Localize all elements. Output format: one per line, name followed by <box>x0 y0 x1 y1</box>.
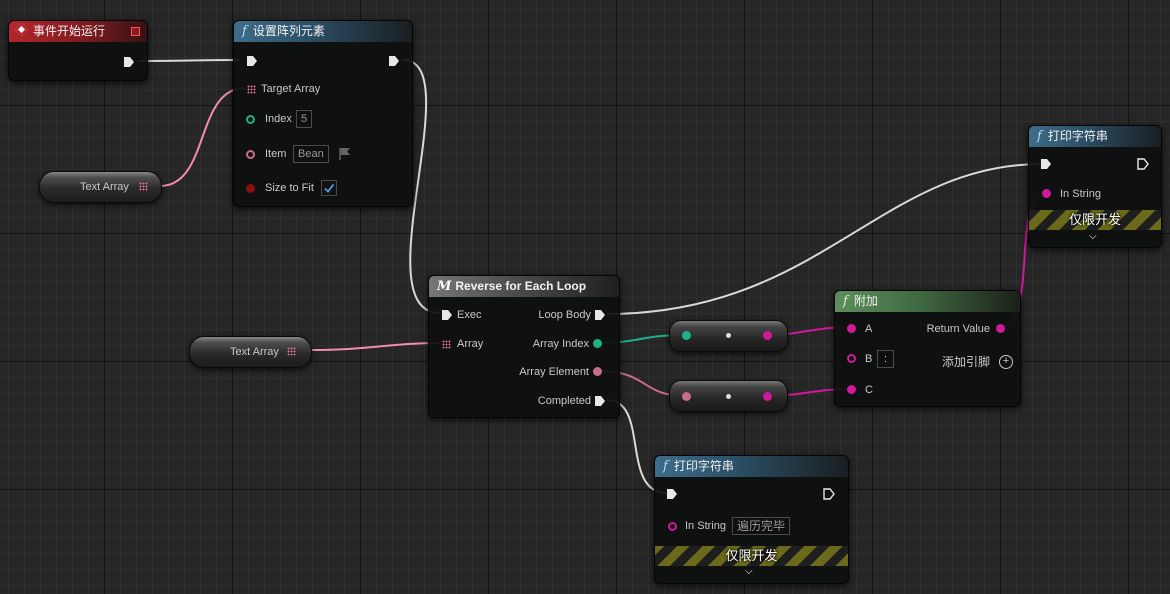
string-pin[interactable] <box>847 354 856 363</box>
function-icon: f <box>1037 129 1042 144</box>
text-array-variable-node[interactable]: Text Array <box>39 171 162 203</box>
target-array-label: Target Array <box>261 83 321 95</box>
development-only-banner: 仅限开发 <box>655 546 848 566</box>
dev-only-label: 仅限开发 <box>1068 212 1121 227</box>
reverse-for-each-loop-node[interactable]: M Reverse for Each Loop Exec Array Loop B… <box>428 275 620 418</box>
array-label: Array <box>457 338 484 350</box>
item-label: Item <box>265 148 287 160</box>
a-label: A <box>865 323 873 335</box>
array-element-label: Array Element <box>519 366 589 378</box>
string-pin[interactable] <box>668 522 677 531</box>
chevron-down-icon[interactable]: ⌵ <box>1089 231 1097 242</box>
chevron-down-icon[interactable]: ⌵ <box>745 566 753 577</box>
set-array-node-header[interactable]: f 设置阵列元素 <box>234 21 412 42</box>
name-to-string-conversion-node[interactable] <box>669 380 788 412</box>
flag-icon[interactable] <box>339 147 351 161</box>
append-node-header[interactable]: f 附加 <box>835 291 1020 312</box>
loop-node-header[interactable]: M Reverse for Each Loop <box>429 276 619 297</box>
development-only-banner: 仅限开发 <box>1029 210 1161 230</box>
exec-output-pin[interactable] <box>594 395 606 407</box>
array-wire <box>309 342 441 351</box>
append-node-title: 附加 <box>853 294 878 308</box>
print-string-node[interactable]: f 打印字符串 In String 遍历完毕 仅限开发 ⌵ <box>654 455 849 584</box>
event-node-header[interactable]: 事件开始运行 <box>9 21 147 42</box>
array-pin-icon[interactable] <box>442 340 451 349</box>
loop-body-label: Loop Body <box>538 309 591 321</box>
in-string-label: In String <box>1060 188 1101 200</box>
string-pin[interactable] <box>847 385 856 394</box>
in-string-input[interactable]: 遍历完毕 <box>732 517 791 535</box>
delegate-pin[interactable] <box>131 27 140 36</box>
function-icon: f <box>242 24 247 39</box>
string-pin[interactable] <box>1042 189 1051 198</box>
function-icon: f <box>843 294 848 309</box>
function-icon: f <box>663 459 668 474</box>
string-pin[interactable] <box>763 331 772 340</box>
text-array-label: Text Array <box>230 346 279 358</box>
integer-pin[interactable] <box>246 115 255 124</box>
exec-input-pin[interactable] <box>441 309 453 321</box>
name-pin[interactable] <box>246 150 255 159</box>
name-pin[interactable] <box>593 367 602 376</box>
set-array-elem-node[interactable]: f 设置阵列元素 Target Array Index 5 Item Bean S… <box>233 20 413 207</box>
set-array-node-title: 设置阵列元素 <box>252 24 325 38</box>
in-string-label: In String <box>685 520 726 532</box>
event-node-title: 事件开始运行 <box>33 24 106 38</box>
add-pin-icon[interactable]: + <box>999 355 1013 369</box>
exec-output-pin[interactable] <box>388 55 400 67</box>
macro-icon: M <box>437 279 452 294</box>
c-label: C <box>865 384 873 396</box>
exec-input-pin[interactable] <box>666 488 678 500</box>
name-pin[interactable] <box>682 392 691 401</box>
exec-output-pin[interactable] <box>594 309 606 321</box>
exec-input-pin[interactable] <box>1040 158 1052 170</box>
text-array-label: Text Array <box>80 181 129 193</box>
conversion-dot <box>726 394 731 399</box>
string-pin[interactable] <box>763 392 772 401</box>
dev-only-label: 仅限开发 <box>725 548 778 563</box>
index-label: Index <box>265 113 292 125</box>
b-input[interactable]: : <box>877 350 895 368</box>
b-label: B <box>865 353 873 365</box>
text-array-variable-node[interactable]: Text Array <box>189 336 312 368</box>
conversion-dot <box>726 333 731 338</box>
print-node-title: 打印字符串 <box>1047 129 1108 143</box>
string-pin[interactable] <box>847 324 856 333</box>
append-string-node[interactable]: f 附加 A B : C Return Value 添加引脚 + <box>834 290 1021 407</box>
index-input[interactable]: 5 <box>296 110 313 128</box>
exec-label: Exec <box>457 309 482 321</box>
string-pin[interactable] <box>996 324 1005 333</box>
integer-pin[interactable] <box>682 331 691 340</box>
array-index-label: Array Index <box>532 338 589 350</box>
print-node-header[interactable]: f 打印字符串 <box>1029 126 1161 147</box>
return-value-label: Return Value <box>926 323 990 335</box>
array-pin-icon[interactable] <box>247 85 256 94</box>
loop-node-title: Reverse for Each Loop <box>455 279 587 293</box>
exec-output-pin[interactable] <box>823 488 835 500</box>
size-to-fit-checkbox[interactable] <box>321 180 337 196</box>
array-pin-icon[interactable] <box>287 347 296 356</box>
print-node-title: 打印字符串 <box>673 459 734 473</box>
item-input[interactable]: Bean <box>293 145 329 163</box>
print-string-node[interactable]: f 打印字符串 In String 仅限开发 ⌵ <box>1028 125 1162 248</box>
exec-output-pin[interactable] <box>123 56 135 68</box>
size-to-fit-label: Size to Fit <box>265 182 314 194</box>
integer-pin[interactable] <box>593 339 602 348</box>
event-diamond-icon <box>15 23 28 36</box>
exec-wire <box>138 59 241 62</box>
event-begin-play-node[interactable]: 事件开始运行 <box>8 20 148 81</box>
exec-input-pin[interactable] <box>246 55 258 67</box>
bool-pin[interactable] <box>246 184 255 193</box>
completed-label: Completed <box>537 395 591 407</box>
int-to-string-conversion-node[interactable] <box>669 320 788 352</box>
array-pin-icon[interactable] <box>139 182 148 191</box>
exec-output-pin[interactable] <box>1137 158 1149 170</box>
print-node-header[interactable]: f 打印字符串 <box>655 456 848 477</box>
add-pin-label[interactable]: 添加引脚 <box>942 355 990 369</box>
